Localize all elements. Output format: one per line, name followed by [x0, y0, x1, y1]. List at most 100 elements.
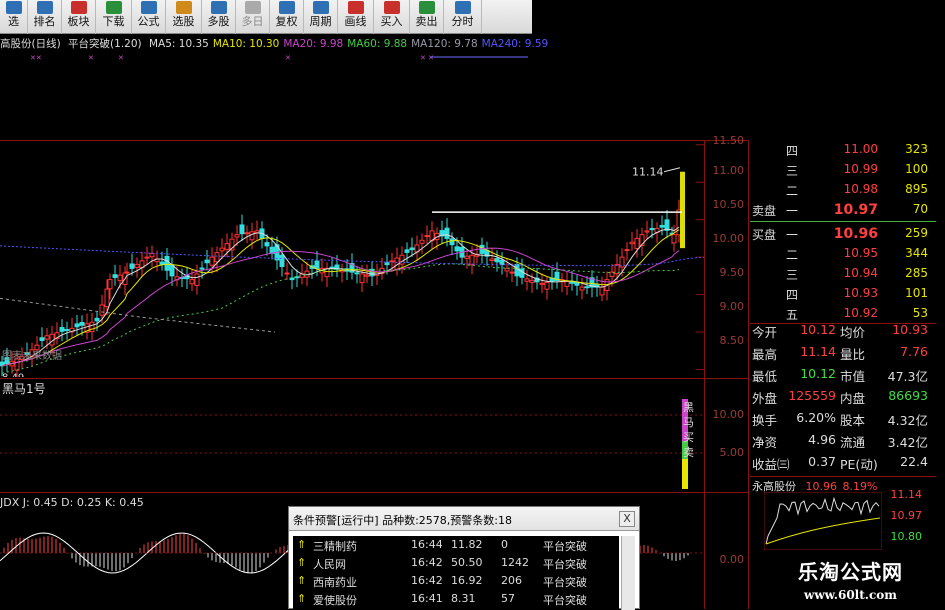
sell-side-label: 卖盘	[752, 204, 777, 218]
draw-line-icon	[347, 1, 364, 14]
toolbar-button-10[interactable]: 画线	[338, 0, 374, 34]
ma-label: MA240: 9.59	[481, 38, 549, 50]
candle-body	[164, 255, 170, 271]
alert-popup-header[interactable]: 条件预警[运行中] 品种数:2578,预警条数:18 X	[289, 507, 639, 531]
buy-level-row[interactable]: 二 10.95 344	[748, 246, 934, 263]
stat-value: 22.4	[900, 454, 928, 469]
level-volume: 70	[912, 202, 928, 216]
candle-body	[354, 272, 360, 275]
price-axis-label: 11.50	[712, 134, 745, 147]
candle-body	[464, 255, 470, 259]
toolbar-button-11[interactable]: 买入	[374, 0, 410, 34]
toolbar-button-13[interactable]: 分时	[444, 0, 482, 34]
candle-body	[59, 327, 65, 332]
sub1-chart	[0, 399, 704, 489]
toolbar-button-label: 卖出	[415, 15, 438, 28]
candle-body	[469, 254, 475, 266]
buy-level-row[interactable]: 五 10.92 53	[748, 306, 934, 323]
multi-stock-icon	[210, 1, 227, 14]
level-price: 10.96	[833, 226, 878, 242]
toolbar-button-2[interactable]: 板块	[62, 0, 96, 34]
candle-body	[634, 237, 640, 249]
toolbar: 选 排名 板块 下载 公式 选股 多股 多日 复权 周期 画线 买入 卖出 分时	[0, 0, 532, 34]
candlestick-chart[interactable]: 11.14 8.49 图表未来数据	[0, 141, 704, 377]
alert-list[interactable]: ⇑ 三精制药 16:44 11.82 0 平台突破 ⇑ 人民网 16:42 50.50 1242 平台…	[293, 536, 619, 610]
stat-key: 换手	[752, 413, 778, 428]
candle-body	[489, 258, 495, 261]
toolbar-button-0[interactable]: 选	[0, 0, 28, 34]
toolbar-button-7[interactable]: 多日	[236, 0, 270, 34]
candle-body	[424, 235, 430, 238]
svg-text:✕ ✕: ✕ ✕	[420, 54, 434, 62]
sub1-axis-10: 10.00	[712, 408, 745, 421]
alert-time: 16:42	[411, 574, 443, 587]
alert-arrow-icon: ⇑	[297, 556, 307, 569]
alert-popup-title: 条件预警[运行中] 品种数:2578,预警条数:18	[293, 514, 512, 527]
candle-body	[624, 249, 630, 252]
stat-value: 10.93	[892, 322, 928, 337]
toolbar-button-4[interactable]: 公式	[132, 0, 166, 34]
toolbar-button-6[interactable]: 多股	[202, 0, 236, 34]
alert-vol: 206	[501, 574, 522, 587]
stat-value: 10.12	[800, 322, 836, 337]
candle-body	[279, 254, 285, 267]
candle-body	[409, 247, 415, 251]
candle-body	[314, 260, 320, 269]
toolbar-button-label: 下载	[102, 15, 125, 28]
toolbar-button-9[interactable]: 周期	[304, 0, 338, 34]
stat-value: 11.14	[800, 344, 836, 359]
buy-level-row[interactable]: 三 10.94 285	[748, 266, 934, 283]
toolbar-button-label: 多股	[207, 15, 230, 28]
stat-key: 收益㈢	[752, 457, 790, 472]
alert-popup[interactable]: 条件预警[运行中] 品种数:2578,预警条数:18 X ⇑ 三精制药 16:44 1…	[288, 506, 640, 610]
level-label: 三	[786, 164, 799, 178]
alert-row[interactable]: ⇑ 爱使股份 16:41 8.31 57 平台突破	[293, 590, 619, 608]
sell-level-row[interactable]: 卖盘一 10.97 70	[748, 202, 934, 219]
alert-row[interactable]: ⇑ 西南药业 16:42 16.92 206 平台突破	[293, 572, 619, 590]
peak-label: 11.14	[632, 166, 664, 179]
candle-body	[239, 224, 245, 235]
sell-level-row[interactable]: 二 10.98 895	[748, 182, 934, 199]
breakout-candle	[680, 171, 685, 249]
alert-vol: 57	[501, 592, 515, 605]
stat-key: 流通	[840, 435, 866, 450]
candle-body	[649, 227, 655, 231]
level-price: 10.98	[843, 182, 878, 196]
stats-row: 今开 10.12 均价 10.93	[748, 322, 934, 344]
mini-frame	[764, 492, 882, 550]
ma120-line	[0, 297, 276, 333]
alert-row[interactable]: ⇑ 人民网 16:42 50.50 1242 平台突破	[293, 554, 619, 572]
candle-body	[579, 286, 585, 291]
level-label: 二	[786, 184, 799, 198]
level-volume: 344	[905, 246, 928, 260]
toolbar-button-5[interactable]: 选股	[166, 0, 202, 34]
close-button[interactable]: X	[619, 511, 635, 527]
price-axis-label: 8.50	[719, 334, 745, 347]
stat-value: 4.96	[808, 432, 836, 447]
alert-row[interactable]: ⇑ 三精制药 16:44 11.82 0 平台突破	[293, 536, 619, 554]
candle-body	[144, 256, 150, 259]
candle-body	[44, 335, 50, 340]
buy-level-row[interactable]: 买盘一 10.96 259	[748, 226, 934, 243]
price-axis-label: 11.00	[712, 164, 745, 177]
formula-icon	[140, 1, 157, 14]
low-label: 8.49	[2, 372, 24, 377]
mini-intraday-chart[interactable]	[764, 492, 882, 550]
alert-arrow-icon: ⇑	[297, 538, 307, 551]
toolbar-button-3[interactable]: 下载	[96, 0, 132, 34]
toolbar-button-label: 多日	[241, 15, 264, 28]
toolbar-button-12[interactable]: 卖出	[410, 0, 444, 34]
toolbar-button-1[interactable]: 排名	[28, 0, 62, 34]
alert-time: 16:44	[411, 538, 443, 551]
sell-level-row[interactable]: 三 10.99 100	[748, 162, 934, 179]
sell-level-row[interactable]: 四 11.00 323	[748, 142, 934, 159]
alert-scrollbar[interactable]	[621, 536, 635, 610]
level-price: 11.00	[843, 142, 878, 156]
multi-day-icon	[244, 1, 261, 14]
toolbar-button-8[interactable]: 复权	[270, 0, 304, 34]
stat-value: 86693	[888, 388, 928, 403]
level-label: 四	[786, 144, 799, 158]
alert-price: 11.82	[451, 538, 483, 551]
buy-level-row[interactable]: 四 10.93 101	[748, 286, 934, 303]
price-axis-label: 10.00	[712, 232, 745, 245]
